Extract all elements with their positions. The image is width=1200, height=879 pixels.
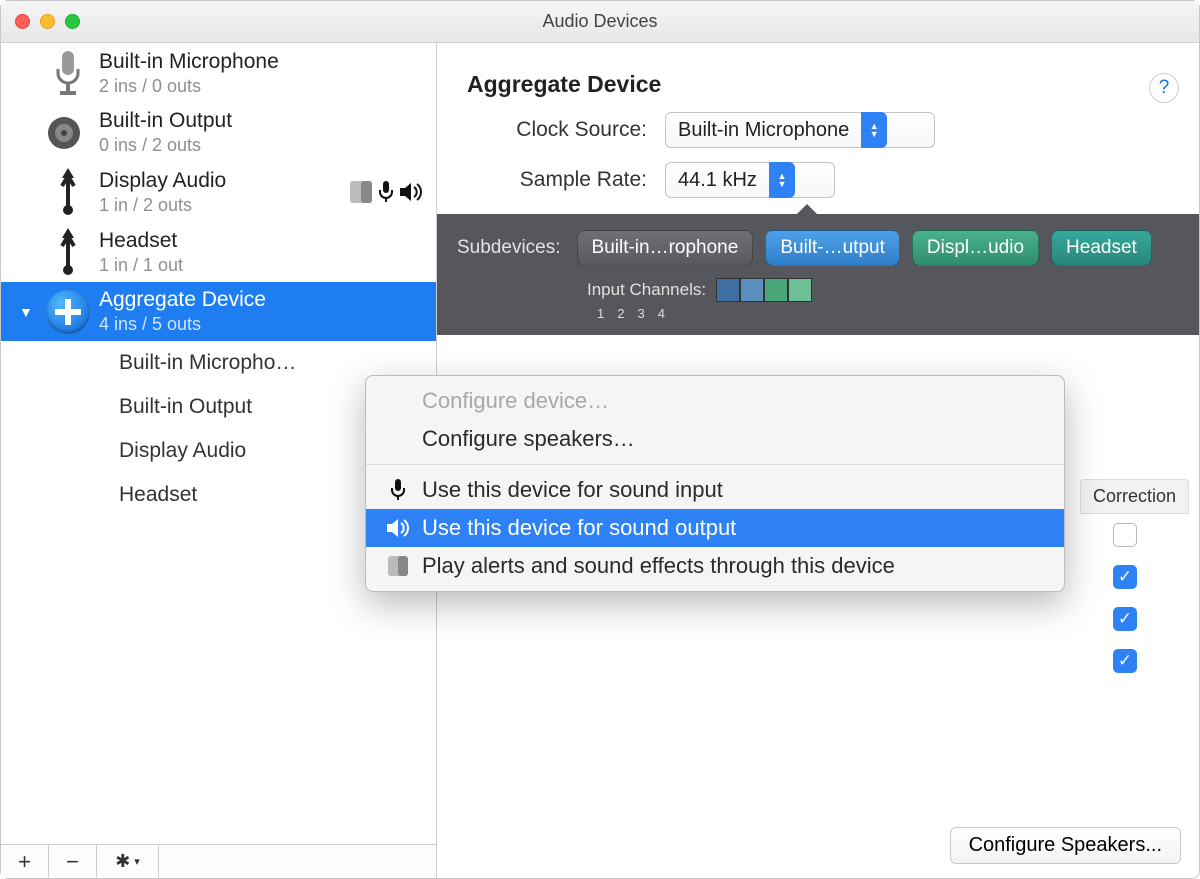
titlebar: Audio Devices — [1, 1, 1199, 43]
remove-device-button[interactable]: − — [49, 845, 97, 878]
add-device-button[interactable]: + — [1, 845, 49, 878]
subdevice-pill[interactable]: Built-…utput — [765, 230, 900, 266]
subdevice-pill[interactable]: Headset — [1051, 230, 1152, 266]
actions-menu-button[interactable]: ✱ ▾ — [97, 845, 159, 878]
close-window-button[interactable] — [15, 14, 30, 29]
zoom-window-button[interactable] — [65, 14, 80, 29]
device-io: 1 in / 1 out — [99, 255, 426, 276]
drift-correction-checkbox[interactable]: ✓ — [1113, 649, 1137, 673]
sound-icon — [400, 182, 422, 202]
configure-speakers-button[interactable]: Configure Speakers... — [950, 827, 1181, 864]
menu-separator — [366, 464, 1064, 465]
device-display-audio[interactable]: Display Audio 1 in / 2 outs — [1, 162, 436, 222]
sidebar-footer: + − ✱ ▾ — [1, 844, 436, 878]
microphone-icon — [37, 49, 99, 97]
sample-rate-label: Sample Rate: — [467, 168, 647, 192]
gear-icon: ✱ — [115, 851, 130, 872]
menu-use-for-output[interactable]: Use this device for sound output — [366, 509, 1064, 547]
drift-correction-checkbox[interactable] — [1113, 523, 1137, 547]
stepper-arrows-icon: ▲▼ — [861, 112, 887, 148]
device-io: 2 ins / 0 outs — [99, 76, 426, 97]
minimize-window-button[interactable] — [40, 14, 55, 29]
menu-use-for-input[interactable]: Use this device for sound input — [366, 471, 1064, 509]
device-name: Aggregate Device — [99, 288, 426, 312]
device-name: Display Audio — [99, 169, 350, 193]
menu-configure-speakers[interactable]: Configure speakers… — [366, 420, 1064, 458]
sound-icon — [386, 518, 410, 538]
device-io: 4 ins / 5 outs — [99, 314, 426, 335]
usb-icon — [37, 228, 99, 276]
clock-source-dropdown[interactable]: Built-in Microphone ▲▼ — [665, 112, 935, 148]
chevron-down-icon: ▾ — [134, 855, 140, 868]
menu-play-alerts[interactable]: Play alerts and sound effects through th… — [366, 547, 1064, 585]
subdevices-band: Subdevices: Built-in…rophone Built-…utpu… — [437, 214, 1199, 335]
column-header-correction[interactable]: Correction — [1080, 479, 1189, 514]
sample-rate-dropdown[interactable]: 44.1 kHz ▲▼ — [665, 162, 835, 198]
finder-icon — [386, 556, 410, 576]
disclosure-triangle-icon[interactable]: ▼ — [19, 304, 37, 320]
input-channels-blocks — [716, 278, 812, 302]
subdevice-pill[interactable]: Built-in…rophone — [577, 230, 754, 266]
correction-checkbox-column: ✓ ✓ ✓ — [1113, 523, 1137, 673]
window-controls — [15, 14, 80, 29]
device-io: 1 in / 2 outs — [99, 195, 350, 216]
microphone-icon — [378, 181, 394, 203]
drift-correction-checkbox[interactable]: ✓ — [1113, 607, 1137, 631]
finder-icon — [350, 181, 372, 203]
drift-correction-checkbox[interactable]: ✓ — [1113, 565, 1137, 589]
subdevice-pill[interactable]: Displ…udio — [912, 230, 1039, 266]
device-builtin-output[interactable]: Built-in Output 0 ins / 2 outs — [1, 103, 436, 162]
sample-rate-value: 44.1 kHz — [666, 169, 769, 192]
device-name: Headset — [99, 229, 426, 253]
usb-icon — [37, 168, 99, 216]
panel-title: Aggregate Device — [467, 71, 1169, 98]
channel-numbers: 1 2 3 4 — [597, 306, 1179, 321]
subdevices-label: Subdevices: — [457, 237, 561, 259]
input-channels-label: Input Channels: — [587, 280, 706, 300]
help-button[interactable]: ? — [1149, 73, 1179, 103]
clock-source-value: Built-in Microphone — [666, 119, 861, 142]
aggregate-icon — [37, 290, 99, 334]
speaker-icon — [37, 112, 99, 154]
device-aggregate[interactable]: ▼ Aggregate Device 4 ins / 5 outs — [1, 282, 436, 341]
stepper-arrows-icon: ▲▼ — [769, 162, 795, 198]
device-name: Built-in Microphone — [99, 50, 426, 74]
clock-source-label: Clock Source: — [467, 118, 647, 142]
device-io: 0 ins / 2 outs — [99, 135, 426, 156]
device-name: Built-in Output — [99, 109, 426, 133]
device-builtin-microphone[interactable]: Built-in Microphone 2 ins / 0 outs — [1, 43, 436, 103]
menu-configure-device: Configure device… — [366, 382, 1064, 420]
device-context-menu: Configure device… Configure speakers… Us… — [365, 375, 1065, 592]
window-title: Audio Devices — [1, 11, 1199, 32]
device-headset[interactable]: Headset 1 in / 1 out — [1, 222, 436, 282]
microphone-icon — [386, 479, 410, 501]
